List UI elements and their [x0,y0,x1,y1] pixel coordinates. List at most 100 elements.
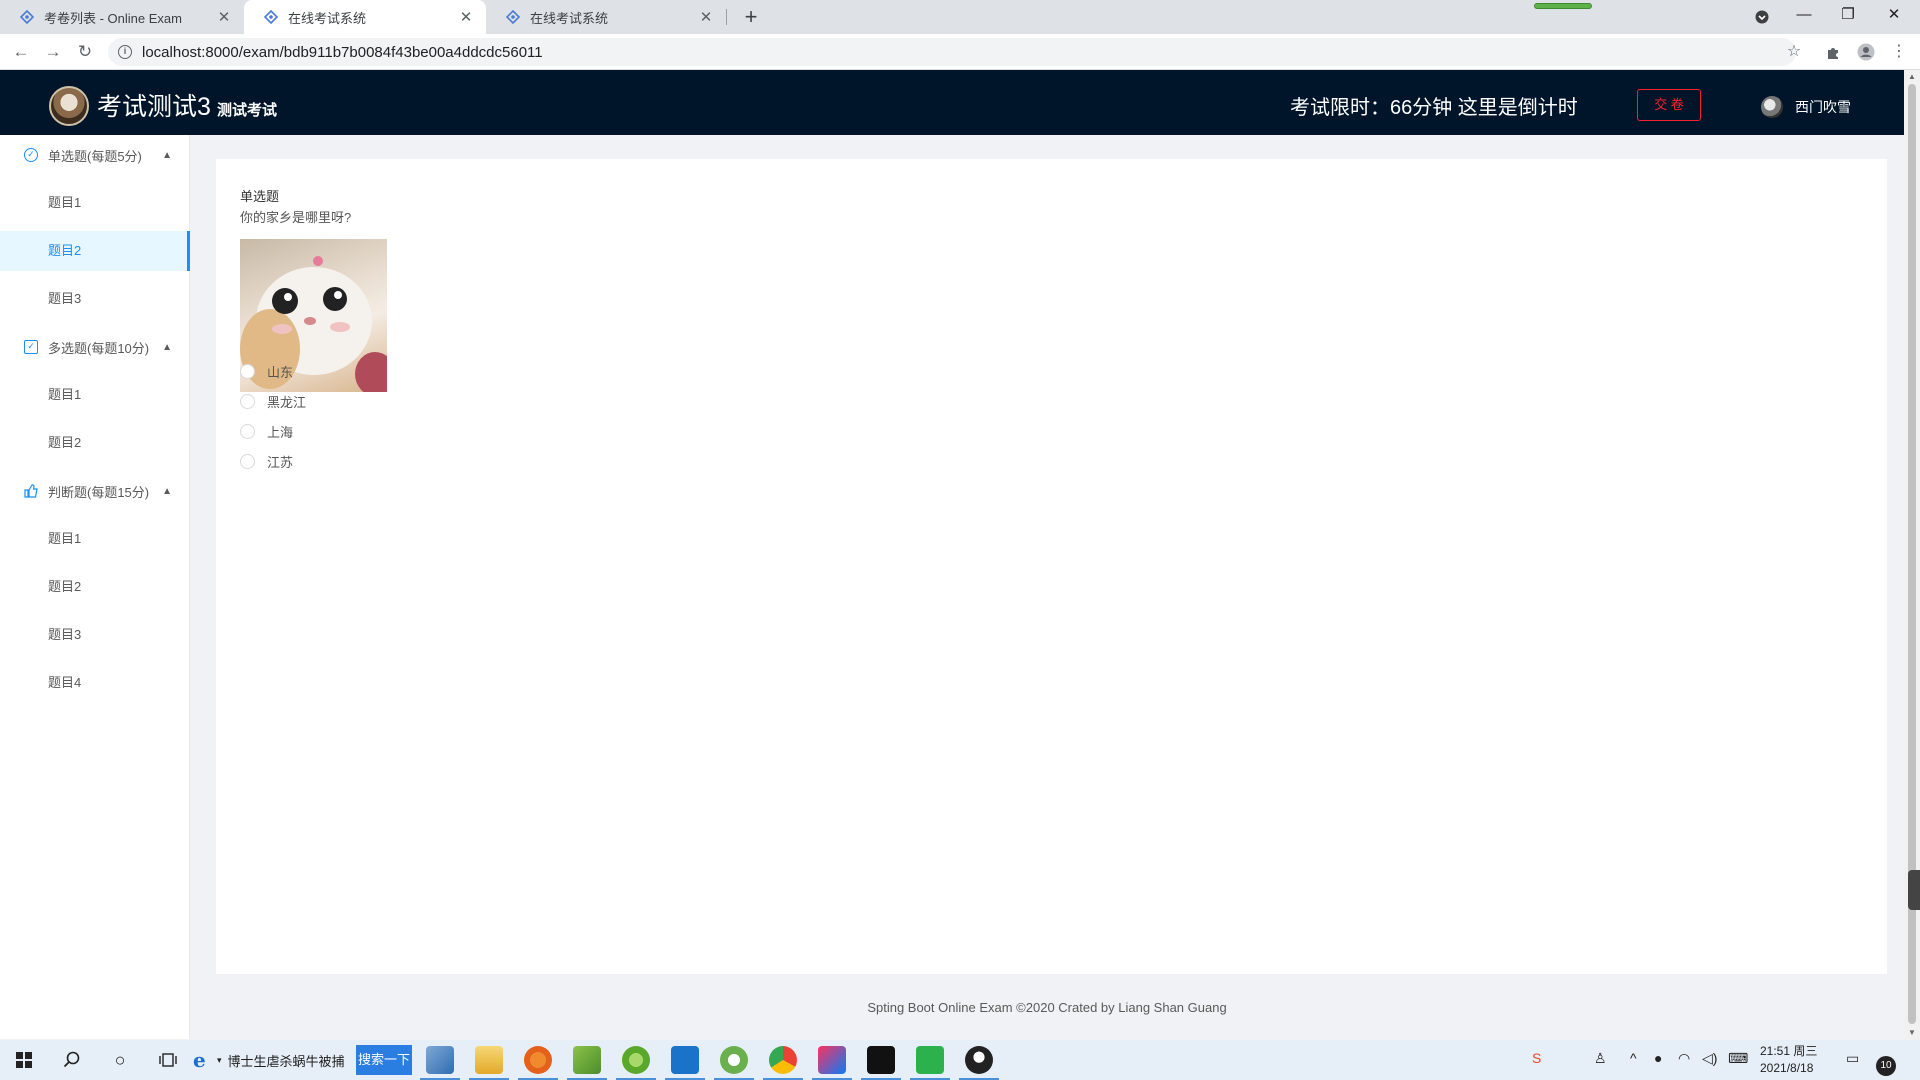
diamond-icon [506,10,520,24]
sidebar-item-single-1[interactable]: 题目1 [0,183,190,223]
check-circle-icon: ✓ [24,148,38,162]
profile-icon[interactable] [1855,41,1877,63]
close-icon[interactable]: ✕ [698,8,714,26]
group-label: 单选题(每题5分) [48,148,142,164]
browser-tab-strip: 考卷列表 - Online Exam ✕ 在线考试系统 ✕ 在线考试系统 ✕ +… [0,0,1920,34]
option-heilongjiang[interactable]: 黑龙江 [240,391,306,411]
tab-title: 考卷列表 - Online Exam [44,10,182,26]
sidebar-item-single-2[interactable]: 题目2 [0,231,190,271]
video-meeting-app-icon[interactable] [671,1046,699,1074]
notification-count-badge: 10 [1876,1056,1896,1076]
back-arrow-icon[interactable]: ← [10,41,32,63]
new-tab-button[interactable]: + [738,4,764,30]
tab-search-icon[interactable] [1740,0,1784,34]
caret-down-icon: ▾ [217,1054,222,1065]
people-icon[interactable]: ♙ [1594,1050,1607,1067]
forward-arrow-icon[interactable]: → [42,41,64,63]
file-explorer-icon[interactable] [475,1046,503,1074]
group-single-choice[interactable]: ✓ 单选题(每题5分) ▲ [0,135,190,175]
ie-browser-icon: e [193,1048,206,1072]
sidebar-item-judge-4[interactable]: 题目4 [0,663,190,703]
option-jiangsu[interactable]: 江苏 [240,451,293,471]
diamond-icon [20,10,34,24]
qq-tray-icon[interactable]: ● [1654,1050,1662,1066]
green-app-icon[interactable] [622,1046,650,1074]
address-bar[interactable]: i localhost:8000/exam/bdb911b7b0084f43be… [108,38,1796,66]
bookmark-star-icon[interactable]: ☆ [1783,41,1805,63]
question-nav-sidebar: ✓ 单选题(每题5分) ▲ 题目1 题目2 题目3 ✓ 多选题(每题10分) ▲… [0,135,190,1039]
notification-icon[interactable]: ▭ [1846,1050,1859,1067]
windows-start-icon[interactable] [12,1048,36,1072]
chevron-up-icon: ▲ [162,485,172,497]
chrome-app-icon[interactable] [769,1046,797,1074]
sidebar-item-judge-2[interactable]: 题目2 [0,567,190,607]
sogou-ime-icon[interactable]: S [1532,1050,1541,1066]
ie-search-text: 博士生虐杀蜗牛被捕 [227,1053,345,1069]
option-label: 上海 [267,424,294,440]
cortana-circle-icon[interactable]: ○ [108,1048,132,1072]
search-tool-app-icon[interactable] [524,1046,552,1074]
hbuilder-app-icon[interactable] [916,1046,944,1074]
search-icon[interactable] [60,1048,84,1072]
qq-app-icon[interactable] [965,1046,993,1074]
user-name[interactable]: 西门吹雪 [1795,97,1851,117]
option-label: 江苏 [267,454,294,470]
exam-header: 考试测试3 测试考试 考试限时：66分钟 这里是倒计时 交 卷 西门吹雪 [0,70,1904,135]
submit-exam-button[interactable]: 交 卷 [1637,89,1701,121]
tab-online-exam[interactable]: 在线考试系统 ✕ [486,0,726,34]
intellij-app-icon[interactable] [818,1046,846,1074]
option-shanghai[interactable]: 上海 [240,421,293,441]
sidebar-item-multi-1[interactable]: 题目1 [0,375,190,415]
reload-icon[interactable]: ↻ [74,41,96,63]
radio-button[interactable] [240,423,255,439]
exam-logo-avatar [49,86,89,126]
spring-tool-app-icon[interactable] [720,1046,748,1074]
window-close-icon[interactable]: ✕ [1872,0,1916,34]
tab-exam-list[interactable]: 考卷列表 - Online Exam ✕ [0,0,244,34]
scroll-down-arrow-icon[interactable]: ▼ [1907,1028,1917,1037]
scroll-up-arrow-icon[interactable]: ▲ [1907,72,1917,81]
more-menu-icon[interactable]: ⋮ [1888,41,1910,63]
close-icon[interactable]: ✕ [458,8,474,26]
group-multiple-choice[interactable]: ✓ 多选题(每题10分) ▲ [0,327,190,367]
sidebar-item-multi-2[interactable]: 题目2 [0,423,190,463]
taskbar-search-button[interactable]: 搜索一下 [356,1045,412,1075]
tab-progress-indicator [1534,3,1592,9]
radio-button[interactable] [240,363,255,379]
option-shandong[interactable]: 山东 [240,361,293,381]
exam-description: 测试考试 [217,102,278,119]
tab-title: 在线考试系统 [530,10,609,26]
system-clock[interactable]: 21:51 周三 2021/8/18 [1760,1043,1817,1077]
sidebar-item-single-3[interactable]: 题目3 [0,279,190,319]
radio-button[interactable] [240,453,255,469]
restore-icon[interactable]: ❐ [1826,0,1870,34]
group-label: 判断题(每题15分) [48,484,150,500]
url-text: localhost:8000/exam/bdb911b7b0084f43be00… [142,43,543,61]
question-type: 单选题 [240,189,280,204]
group-true-false[interactable]: 判断题(每题15分) ▲ [0,471,190,511]
volume-icon[interactable]: ◁) [1702,1050,1717,1067]
option-label: 黑龙江 [267,394,307,410]
extensions-puzzle-icon[interactable] [1822,41,1844,63]
minimize-icon[interactable]: — [1782,0,1826,34]
terminal-app-icon[interactable] [867,1046,895,1074]
notepad-plus-app-icon[interactable] [573,1046,601,1074]
sidebar-item-judge-3[interactable]: 题目3 [0,615,190,655]
close-icon[interactable]: ✕ [216,8,232,26]
exam-title: 考试测试3 [97,93,211,121]
side-drawer-handle[interactable] [1908,870,1920,910]
wifi-icon[interactable]: ◠ [1678,1050,1690,1067]
chevron-up-tray-icon[interactable]: ^ [1630,1050,1637,1066]
diamond-icon [264,10,278,24]
notepad-app-icon[interactable] [426,1046,454,1074]
clock-date: 2021/8/18 [1760,1061,1814,1075]
info-icon[interactable]: i [118,45,132,59]
taskbar-ie-search[interactable]: e ▾ 博士生虐杀蜗牛被捕 [193,1044,345,1076]
user-avatar[interactable] [1761,96,1783,118]
thumbs-up-icon [24,484,38,498]
keyboard-icon[interactable]: ⌨ [1728,1050,1748,1067]
tab-online-exam-active[interactable]: 在线考试系统 ✕ [244,0,486,34]
radio-button[interactable] [240,393,255,409]
sidebar-item-judge-1[interactable]: 题目1 [0,519,190,559]
task-view-icon[interactable] [156,1048,180,1072]
